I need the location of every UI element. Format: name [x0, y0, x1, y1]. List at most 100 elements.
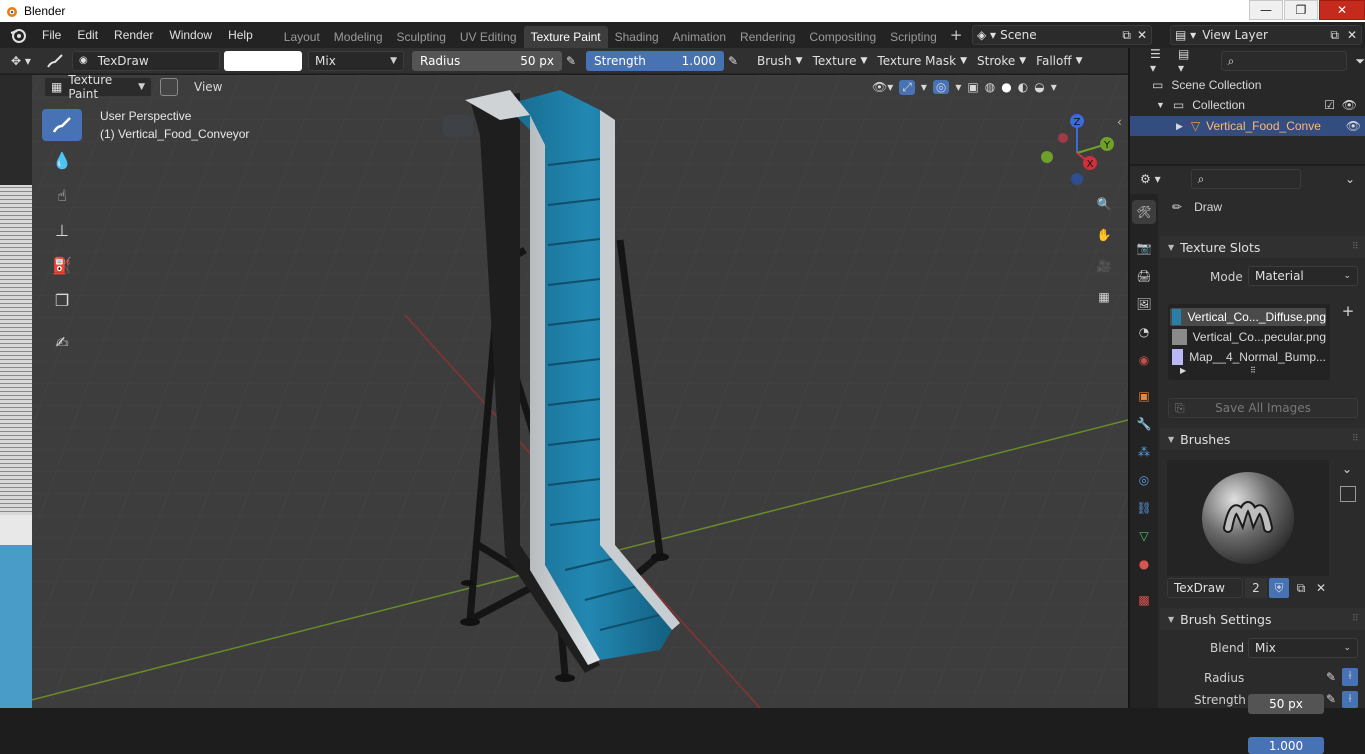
- 3d-viewport[interactable]: ▦ Texture Paint ▼ View 👁▾ ⤢ ▾ ◎ ▾ ▣ ◍ ● ◐ ◒…: [0, 75, 1128, 708]
- editor-type-button[interactable]: ✥ ▾: [4, 51, 38, 71]
- display-mode-icon[interactable]: ▤ ▾: [1178, 47, 1199, 75]
- panel-grip-icon[interactable]: ⠿: [1352, 434, 1359, 444]
- tab-sculpting[interactable]: Sculpting: [390, 26, 453, 48]
- radius-unit-icon[interactable]: ⟊: [1342, 668, 1358, 686]
- properties-search-input[interactable]: ⌕: [1190, 169, 1301, 189]
- brush-menu[interactable]: Brush ▼: [752, 54, 808, 68]
- brush-radius-slider[interactable]: 50 px: [1248, 694, 1324, 714]
- brush-color-swatch[interactable]: [224, 50, 302, 71]
- brushes-panel-header[interactable]: ▼ Brushes: [1160, 428, 1365, 450]
- tool-draw[interactable]: [42, 109, 82, 141]
- tab-layout[interactable]: Layout: [277, 26, 327, 48]
- tab-scripting[interactable]: Scripting: [883, 26, 944, 48]
- tab-material[interactable]: ●: [1132, 552, 1156, 576]
- fake-user-shield-icon[interactable]: ⛨: [1269, 578, 1289, 598]
- tool-annotate[interactable]: ✍: [42, 326, 82, 358]
- stroke-menu[interactable]: Stroke ▼: [972, 54, 1031, 68]
- filter-icon[interactable]: ⏷: [1355, 54, 1365, 69]
- shading-solid-icon[interactable]: ●: [1001, 80, 1011, 94]
- brush-blend-dropdown[interactable]: Mix ⌄: [1248, 638, 1358, 658]
- tab-view-layer[interactable]: 🖼: [1132, 292, 1156, 316]
- eye-icon[interactable]: 👁: [1346, 119, 1361, 133]
- brush-specials-icon[interactable]: ⌄: [1342, 462, 1352, 476]
- brush-icon-button[interactable]: [42, 51, 68, 71]
- radius-pressure-toggle[interactable]: ✎: [566, 54, 582, 68]
- shading-wireframe-icon[interactable]: ◍: [985, 80, 995, 94]
- tool-mask[interactable]: ❐: [42, 284, 82, 316]
- tab-output[interactable]: 🖨: [1132, 264, 1156, 288]
- visibility-icon[interactable]: 👁▾: [872, 80, 893, 94]
- pan-button[interactable]: ✋: [1092, 223, 1116, 247]
- tab-uv-editing[interactable]: UV Editing: [453, 26, 524, 48]
- brush-preview[interactable]: [1167, 460, 1329, 576]
- brush-settings-panel-header[interactable]: ▼ Brush Settings: [1160, 608, 1365, 630]
- checkbox-icon[interactable]: ☑: [1324, 98, 1335, 112]
- tab-particles[interactable]: ⁂: [1132, 440, 1156, 464]
- tab-texture-paint[interactable]: Texture Paint: [523, 26, 608, 48]
- scene-selector[interactable]: ◈ ▾ Scene ⧉ ✕: [972, 25, 1152, 45]
- brush-custom-icon-toggle[interactable]: [1340, 486, 1356, 502]
- tab-tool[interactable]: 🛠: [1132, 200, 1156, 224]
- area-divider[interactable]: [1128, 48, 1130, 708]
- texture-mask-menu[interactable]: Texture Mask ▼: [872, 54, 972, 68]
- collection-row[interactable]: ▼ ▭ Collection ☑ 👁: [1156, 98, 1361, 112]
- tab-texture[interactable]: ▩: [1132, 588, 1156, 612]
- tab-render[interactable]: 📷: [1132, 236, 1156, 260]
- copy-icon[interactable]: ⧉: [1330, 28, 1339, 43]
- panel-grip-icon[interactable]: ⠿: [1352, 614, 1359, 624]
- texture-slot-item[interactable]: Vertical_Co...pecular.png: [1170, 328, 1326, 346]
- tab-world[interactable]: ◉: [1132, 348, 1156, 372]
- tool-smear[interactable]: ☝: [42, 179, 82, 211]
- tab-modeling[interactable]: Modeling: [327, 26, 390, 48]
- options-chevron-icon[interactable]: ⌄: [1345, 172, 1355, 186]
- ortho-toggle-button[interactable]: ▦: [1092, 285, 1116, 309]
- tool-fill[interactable]: ⛽: [42, 249, 82, 281]
- panel-grip-icon[interactable]: ⠿: [1352, 242, 1359, 252]
- list-expand-icon[interactable]: ▶: [1180, 366, 1186, 375]
- view-layer-selector[interactable]: ▤ ▾ View Layer ⧉ ✕: [1170, 25, 1362, 45]
- add-workspace-button[interactable]: +: [950, 26, 963, 44]
- viewport-scene[interactable]: [0, 75, 1128, 708]
- radius-slider[interactable]: Radius 50 px: [412, 50, 562, 71]
- texture-menu[interactable]: Texture ▼: [808, 54, 873, 68]
- blend-mode-dropdown[interactable]: Mix ▼: [308, 50, 404, 71]
- tab-object[interactable]: ▣: [1132, 384, 1156, 408]
- tab-modifiers[interactable]: 🔧: [1132, 412, 1156, 436]
- add-slot-button[interactable]: +: [1338, 302, 1358, 322]
- shading-material-icon[interactable]: ◐: [1018, 80, 1028, 94]
- save-all-images-button[interactable]: ⎘ Save All Images: [1168, 398, 1358, 418]
- tool-clone[interactable]: ⊥: [42, 214, 82, 246]
- strength-slider[interactable]: Strength 1.000: [586, 50, 724, 71]
- mask-toggle[interactable]: [160, 78, 178, 96]
- brush-strength-slider[interactable]: 1.000: [1248, 737, 1324, 754]
- brush-name-field[interactable]: ◉ TexDraw: [72, 50, 220, 71]
- chevron-down-icon[interactable]: ▾: [921, 80, 927, 94]
- unlink-brush-icon[interactable]: ✕: [1311, 578, 1331, 598]
- sidebar-toggle-icon[interactable]: ‹: [1117, 115, 1122, 129]
- strength-unit-icon[interactable]: ⟊: [1342, 691, 1358, 708]
- slot-mode-dropdown[interactable]: Material ⌄: [1248, 266, 1358, 286]
- brush-name-field[interactable]: TexDraw: [1167, 578, 1243, 598]
- tab-scene[interactable]: ◔: [1132, 320, 1156, 344]
- tab-animation[interactable]: Animation: [666, 26, 733, 48]
- eye-icon[interactable]: 👁: [1342, 98, 1357, 112]
- strength-pressure-toggle[interactable]: ✎: [728, 54, 744, 68]
- blender-menu-icon[interactable]: [4, 25, 34, 45]
- menu-render[interactable]: Render: [106, 28, 161, 42]
- view-menu[interactable]: View: [186, 80, 230, 94]
- close-icon[interactable]: ✕: [1137, 28, 1147, 42]
- duplicate-brush-icon[interactable]: ⧉: [1291, 578, 1311, 598]
- scene-collection-row[interactable]: ▭ Scene Collection: [1152, 78, 1261, 92]
- mode-dropdown[interactable]: ▦ Texture Paint ▼: [44, 75, 152, 101]
- image-editor-sliver[interactable]: [0, 75, 32, 708]
- object-row[interactable]: ▶ ▽ Vertical_Food_Conve 👁: [1130, 116, 1365, 136]
- tab-physics[interactable]: ◎: [1132, 468, 1156, 492]
- shading-rendered-icon[interactable]: ◒: [1034, 80, 1044, 94]
- xray-toggle-icon[interactable]: ▣: [967, 80, 978, 94]
- outliner-search-input[interactable]: ⌕: [1220, 51, 1348, 71]
- copy-icon[interactable]: ⧉: [1122, 28, 1131, 43]
- menu-help[interactable]: Help: [220, 28, 261, 42]
- camera-view-button[interactable]: 🎥: [1092, 254, 1116, 278]
- chevron-down-icon[interactable]: ▾: [1051, 80, 1057, 94]
- menu-edit[interactable]: Edit: [69, 28, 106, 42]
